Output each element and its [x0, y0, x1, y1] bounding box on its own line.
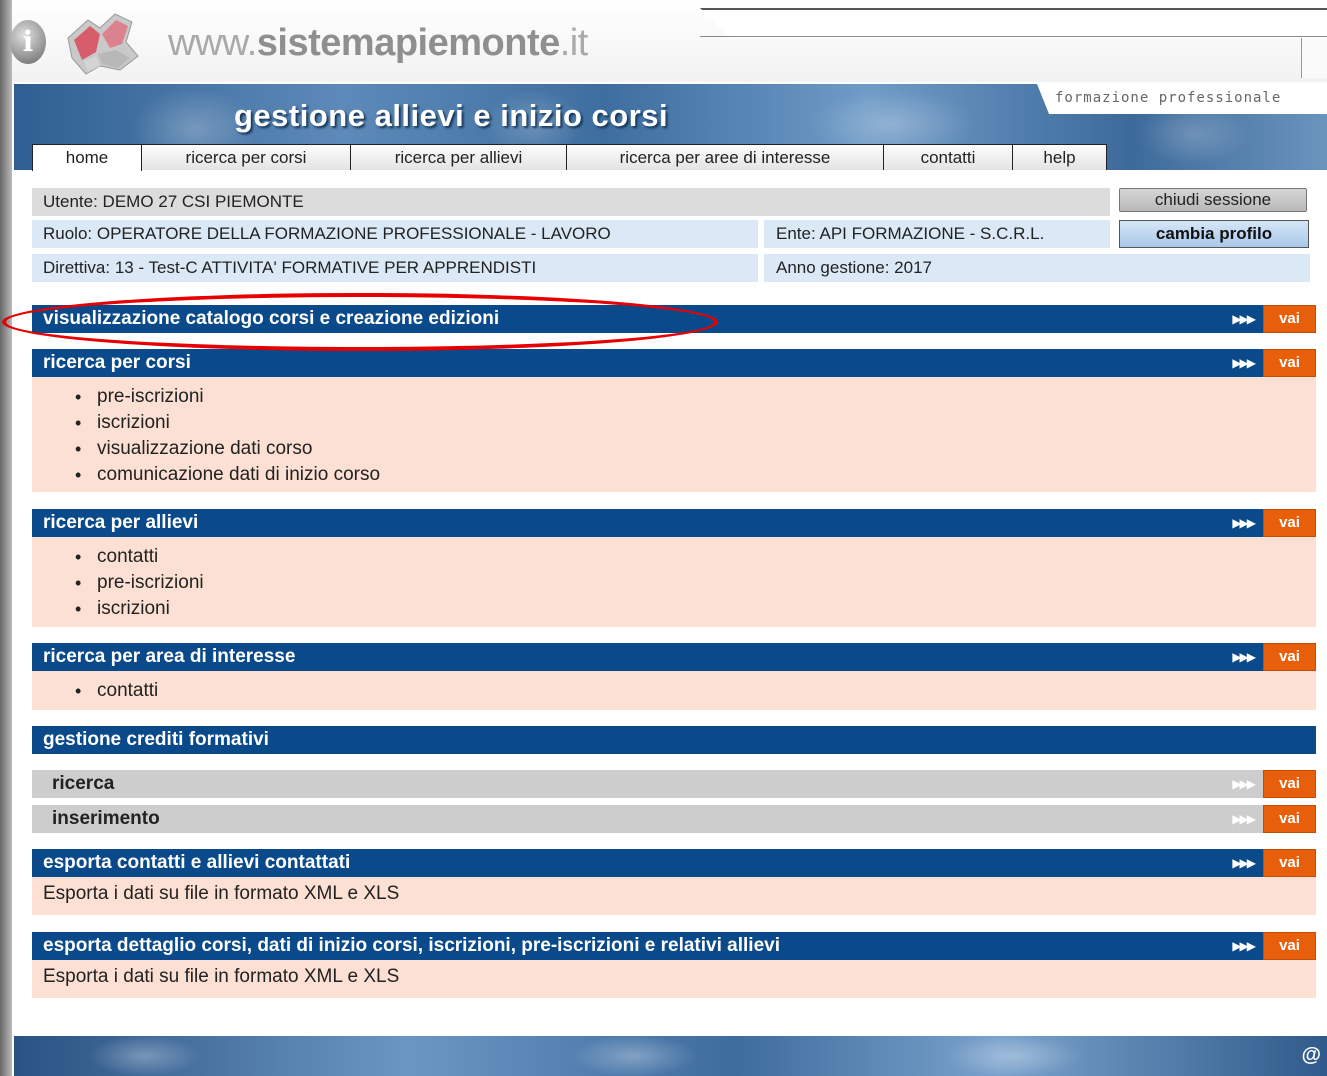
app-title: gestione allievi e inizio corsi — [234, 98, 669, 133]
list-item: contatti — [75, 679, 1316, 705]
section-title[interactable]: ricerca per area di interesse — [43, 646, 295, 667]
sub-title[interactable]: ricerca — [52, 773, 114, 794]
ente-label: Ente: — [776, 224, 816, 243]
site-prefix: www. — [168, 22, 257, 64]
list-item: pre-iscrizioni — [75, 385, 1316, 411]
anno-label: Anno gestione: — [776, 258, 890, 277]
section-title[interactable]: esporta contatti e allievi contattati — [43, 852, 350, 873]
section-aree-body: contatti — [32, 671, 1316, 710]
section-corsi-body: pre-iscrizioni iscrizioni visualizzazion… — [32, 377, 1316, 492]
aree-list: contatti — [32, 671, 1316, 705]
section-title[interactable]: ricerca per corsi — [43, 352, 191, 373]
arrows-icon: ▶▶▶ — [1232, 856, 1256, 870]
section-title: gestione crediti formativi — [43, 729, 269, 750]
direttiva-value: 13 - Test-C ATTIVITA' FORMATIVE PER APPR… — [114, 258, 537, 277]
section-esporta-dettaglio-header: esporta dettaglio corsi, dati di inizio … — [32, 932, 1316, 960]
tab-ricerca-per-aree[interactable]: ricerca per aree di interesse — [566, 144, 884, 170]
section-corsi-header: ricerca per corsi ▶▶▶ vai — [32, 349, 1316, 377]
arrows-icon: ▶▶▶ — [1232, 356, 1256, 370]
list-item: iscrizioni — [75, 597, 1316, 623]
arrows-icon: ▶▶▶ — [1232, 516, 1256, 530]
arrows-icon: ▶▶▶ — [1232, 777, 1256, 791]
vai-button[interactable]: vai — [1263, 849, 1316, 877]
section-esporta-dettaglio-body: Esporta i dati su file in formato XML e … — [32, 960, 1316, 998]
list-item: comunicazione dati di inizio corso — [75, 463, 1316, 489]
info-icon[interactable]: i — [10, 20, 46, 64]
arrows-icon: ▶▶▶ — [1232, 939, 1256, 953]
highlight-ellipse — [2, 293, 718, 351]
section-description: Esporta i dati su file in formato XML e … — [43, 966, 400, 987]
tab-home[interactable]: home — [32, 144, 142, 171]
chiudi-sessione-button[interactable]: chiudi sessione — [1119, 188, 1307, 212]
at-icon[interactable]: @ — [1301, 1044, 1321, 1067]
ruolo-label: Ruolo: — [43, 224, 93, 243]
list-item: visualizzazione dati corso — [75, 437, 1316, 463]
section-description: Esporta i dati su file in formato XML e … — [43, 883, 400, 904]
section-tag: formazione professionale — [1037, 84, 1327, 114]
direttiva-label: Direttiva: — [43, 258, 111, 277]
section-title[interactable]: ricerca per allievi — [43, 512, 198, 533]
utente-row: Utente: DEMO 27 CSI PIEMONTE — [32, 188, 1110, 216]
anno-value: 2017 — [894, 258, 932, 277]
portal-right-panel — [1301, 38, 1327, 78]
crediti-inserimento-row: inserimento ▶▶▶ vai — [32, 805, 1316, 833]
list-item: iscrizioni — [75, 411, 1316, 437]
site-name[interactable]: www.sistemapiemonte.it — [168, 22, 588, 65]
ruolo-value: OPERATORE DELLA FORMAZIONE PROFESSIONALE… — [96, 224, 611, 243]
sub-title[interactable]: inserimento — [52, 808, 160, 829]
section-crediti-header: gestione crediti formativi — [32, 726, 1316, 754]
portal-search-area — [700, 8, 1327, 38]
footer-banner: @ — [14, 1036, 1327, 1076]
tab-help[interactable]: help — [1012, 144, 1107, 170]
direttiva-row: Direttiva: 13 - Test-C ATTIVITA' FORMATI… — [32, 254, 758, 282]
utente-label: Utente: — [43, 192, 98, 211]
vai-button[interactable]: vai — [1263, 349, 1316, 377]
arrows-icon: ▶▶▶ — [1232, 812, 1256, 826]
site-suffix: .it — [559, 22, 589, 64]
arrows-icon: ▶▶▶ — [1232, 312, 1256, 326]
vai-button[interactable]: vai — [1263, 509, 1316, 537]
vai-button[interactable]: vai — [1263, 805, 1316, 833]
main-tabs: home ricerca per corsi ricerca per allie… — [32, 144, 1107, 171]
anno-row: Anno gestione: 2017 — [764, 254, 1310, 282]
section-allievi-header: ricerca per allievi ▶▶▶ vai — [32, 509, 1316, 537]
allievi-list: contatti pre-iscrizioni iscrizioni — [32, 537, 1316, 623]
cambia-profilo-button[interactable]: cambia profilo — [1119, 220, 1309, 248]
ente-value: API FORMAZIONE - S.C.R.L. — [819, 224, 1045, 243]
ruolo-row: Ruolo: OPERATORE DELLA FORMAZIONE PROFES… — [32, 220, 758, 248]
header-banner: gestione allievi e inizio corsi formazio… — [14, 84, 1327, 171]
list-item: pre-iscrizioni — [75, 571, 1316, 597]
ente-row: Ente: API FORMAZIONE - S.C.R.L. — [764, 220, 1110, 248]
arrows-icon: ▶▶▶ — [1232, 650, 1256, 664]
piemonte-logo-icon — [67, 13, 139, 75]
vai-button[interactable]: vai — [1263, 643, 1316, 671]
corsi-list: pre-iscrizioni iscrizioni visualizzazion… — [32, 377, 1316, 489]
crediti-ricerca-row: ricerca ▶▶▶ vai — [32, 770, 1316, 798]
site-name-bold: sistemapiemonte — [256, 22, 560, 64]
portal-bar: i www.sistemapiemonte.it — [0, 0, 1327, 1076]
vai-button[interactable]: vai — [1263, 932, 1316, 960]
tab-ricerca-per-allievi[interactable]: ricerca per allievi — [350, 144, 567, 170]
tab-contatti[interactable]: contatti — [883, 144, 1013, 170]
section-allievi-body: contatti pre-iscrizioni iscrizioni — [32, 537, 1316, 627]
section-esporta-contatti-body: Esporta i dati su file in formato XML e … — [32, 877, 1316, 915]
utente-value: DEMO 27 CSI PIEMONTE — [102, 192, 304, 211]
divider — [700, 36, 1327, 37]
section-title[interactable]: esporta dettaglio corsi, dati di inizio … — [43, 935, 780, 956]
tab-ricerca-per-corsi[interactable]: ricerca per corsi — [141, 144, 351, 170]
section-esporta-contatti-header: esporta contatti e allievi contattati ▶▶… — [32, 849, 1316, 877]
list-item: contatti — [75, 545, 1316, 571]
vai-button[interactable]: vai — [1263, 305, 1316, 333]
section-aree-header: ricerca per area di interesse ▶▶▶ vai — [32, 643, 1316, 671]
left-border — [0, 0, 12, 1076]
vai-button[interactable]: vai — [1263, 770, 1316, 798]
